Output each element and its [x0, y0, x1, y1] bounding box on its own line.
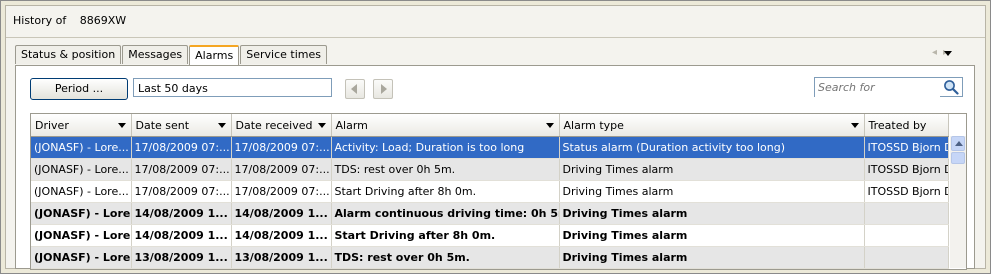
- tab-messages[interactable]: Messages: [122, 45, 189, 64]
- table-row[interactable]: (JONASF) - Lore... 13/08/2009 1... 13/08…: [31, 246, 949, 269]
- table-row[interactable]: (JONASF) - Lore... 17/08/2009 07:... 17/…: [31, 180, 949, 203]
- cell-date-sent: 17/08/2009 07:...: [131, 136, 232, 159]
- prev-arrow-icon: [351, 84, 357, 94]
- table-row[interactable]: (JONASF) - Lore... 14/08/2009 1... 14/08…: [31, 224, 949, 247]
- tab-bar: Status & position Messages Alarms Servic…: [15, 45, 328, 66]
- cell-alarm-type: Driving Times alarm: [559, 224, 865, 247]
- cell-date-sent: 14/08/2009 1...: [131, 224, 232, 247]
- scroll-thumb[interactable]: [951, 152, 965, 164]
- cell-date-sent: 14/08/2009 1...: [131, 202, 232, 225]
- cell-date-received: 14/08/2009 1...: [231, 224, 332, 247]
- history-window: History of 8869XW Status & position Mess…: [0, 0, 991, 274]
- tab-status-position[interactable]: Status & position: [15, 45, 122, 64]
- history-label: History of: [13, 14, 67, 27]
- vertical-scrollbar[interactable]: [950, 136, 966, 268]
- next-period-button[interactable]: [373, 79, 393, 99]
- cell-treated-by: [864, 224, 949, 247]
- column-header-date-sent[interactable]: Date sent: [131, 114, 232, 137]
- cell-treated-by: ITOSSD Bjorn De: [864, 136, 949, 159]
- cell-alarm: Start Driving after 8h 0m.: [331, 180, 560, 203]
- cell-treated-by: [864, 202, 949, 225]
- search-box: [814, 77, 963, 97]
- cell-driver: (JONASF) - Lore...: [31, 224, 132, 247]
- cell-alarm: Start Driving after 8h 0m.: [331, 224, 560, 247]
- history-title: History of 8869XW: [13, 14, 136, 27]
- tab-service-times[interactable]: Service times: [240, 45, 327, 64]
- scroll-up-button[interactable]: [951, 136, 965, 151]
- cell-driver: (JONASF) - Lore...: [31, 246, 132, 269]
- next-arrow-icon: [381, 84, 387, 94]
- cell-alarm: Alarm continuous driving time: 0h 5m.: [331, 202, 560, 225]
- cell-date-sent: 17/08/2009 07:...: [131, 180, 232, 203]
- cell-alarm: TDS: rest over 0h 5m.: [331, 246, 560, 269]
- alarms-table: Driver Date sent Date received Alarm Ala…: [31, 114, 949, 269]
- cell-date-received: 13/08/2009 1...: [231, 246, 332, 269]
- title-divider: [6, 37, 985, 38]
- alarms-table-container: Driver Date sent Date received Alarm Ala…: [30, 113, 967, 270]
- tab-menu-icon[interactable]: [944, 51, 952, 56]
- cell-driver: (JONASF) - Lore...: [31, 180, 132, 203]
- cell-date-received: 17/08/2009 07:...: [231, 158, 332, 181]
- scroll-up-icon: [955, 141, 963, 146]
- cell-date-received: 14/08/2009 1...: [231, 202, 332, 225]
- column-header-alarm[interactable]: Alarm: [331, 114, 560, 137]
- cell-treated-by: [864, 246, 949, 269]
- table-header-row: Driver Date sent Date received Alarm Ala…: [31, 114, 949, 137]
- sort-arrow-icon[interactable]: [850, 123, 859, 128]
- vehicle-id: 8869XW: [79, 14, 127, 27]
- cell-alarm-type: Driving Times alarm: [559, 158, 865, 181]
- cell-treated-by: ITOSSD Bjorn De: [864, 180, 949, 203]
- table-row[interactable]: (JONASF) - Lore... 17/08/2009 07:... 17/…: [31, 136, 949, 159]
- cell-alarm: TDS: rest over 0h 5m.: [331, 158, 560, 181]
- cell-driver: (JONASF) - Lore...: [31, 136, 132, 159]
- cell-alarm-type: Status alarm (Duration activity too long…: [559, 136, 865, 159]
- cell-alarm-type: Driving Times alarm: [559, 246, 865, 269]
- tab-alarms[interactable]: Alarms: [189, 45, 240, 66]
- cell-alarm-type: Driving Times alarm: [559, 202, 865, 225]
- previous-period-button[interactable]: [345, 79, 365, 99]
- cell-date-received: 17/08/2009 07:...: [231, 180, 332, 203]
- search-input[interactable]: [815, 78, 940, 97]
- sort-arrow-icon[interactable]: [117, 123, 126, 128]
- cell-date-sent: 17/08/2009 07:...: [131, 158, 232, 181]
- alarms-panel: Period ... Last 50 days Dri: [15, 65, 975, 270]
- search-icon[interactable]: [943, 79, 959, 95]
- sort-arrow-icon[interactable]: [545, 123, 554, 128]
- cell-alarm: Activity: Load; Duration is too long: [331, 136, 560, 159]
- column-header-driver[interactable]: Driver: [31, 114, 132, 137]
- cell-driver: (JONASF) - Lore...: [31, 158, 132, 181]
- period-button[interactable]: Period ...: [30, 78, 128, 100]
- column-header-date-received[interactable]: Date received: [231, 114, 332, 137]
- cell-date-sent: 13/08/2009 1...: [131, 246, 232, 269]
- sort-arrow-icon[interactable]: [217, 123, 226, 128]
- period-field[interactable]: Last 50 days: [133, 78, 332, 97]
- cell-alarm-type: Driving Times alarm: [559, 180, 865, 203]
- sort-arrow-icon[interactable]: [317, 123, 326, 128]
- table-row[interactable]: (JONASF) - Lore... 14/08/2009 1... 14/08…: [31, 202, 949, 225]
- table-row[interactable]: (JONASF) - Lore... 17/08/2009 07:... 17/…: [31, 158, 949, 181]
- column-header-treated-by[interactable]: Treated by: [864, 114, 949, 137]
- cell-date-received: 17/08/2009 07:...: [231, 136, 332, 159]
- column-header-alarm-type[interactable]: Alarm type: [559, 114, 865, 137]
- cell-driver: (JONASF) - Lore...: [31, 202, 132, 225]
- cell-treated-by: ITOSSD Bjorn De: [864, 158, 949, 181]
